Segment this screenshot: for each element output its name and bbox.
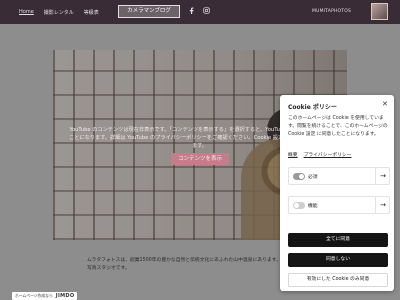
facebook-icon[interactable] [188, 7, 195, 14]
arrow-right-icon[interactable]: → [375, 197, 390, 213]
close-icon[interactable]: ✕ [382, 100, 388, 108]
accept-selected-button[interactable]: 有効にした Cookie のみ同意 [288, 273, 388, 287]
cookie-row-required: 必須 → [288, 167, 390, 185]
required-toggle[interactable] [293, 173, 305, 180]
nav-grade-table[interactable]: 等級表 [84, 9, 99, 16]
overview-link[interactable]: 概要 [288, 151, 298, 158]
jimdo-prefix: ホームページ作成なら [15, 293, 53, 298]
site-header: Home 撮影レンタル 等級表 カメラマンブログ MUMITAPHOTOS [0, 0, 400, 24]
decline-button[interactable]: 同意しない [288, 253, 388, 267]
arrow-right-icon[interactable]: → [375, 168, 390, 184]
show-content-button[interactable]: コンテンツを表示 [171, 153, 229, 165]
main-nav: Home 撮影レンタル 等級表 [19, 9, 99, 16]
brand-logo[interactable] [371, 3, 388, 20]
jimdo-badge[interactable]: ホームページ作成なら JIMDO [12, 292, 78, 300]
cookie-description: このホームページは Cookie を使用しています。閲覧を続けることで、このホー… [288, 116, 388, 137]
required-label: 必須 [308, 175, 318, 180]
nav-rental[interactable]: 撮影レンタル [44, 9, 74, 16]
brand-name[interactable]: MUMITAPHOTOS [312, 9, 351, 14]
cookie-title: Cookie ポリシー [288, 104, 337, 111]
cookie-row-functional: 機能 → [288, 196, 390, 214]
nav-home[interactable]: Home [19, 9, 34, 16]
privacy-policy-link[interactable]: プライバシーポリシー [304, 151, 352, 158]
instagram-icon[interactable] [203, 7, 210, 14]
cookie-links: 概要 プライバシーポリシー [288, 151, 351, 158]
accept-all-button[interactable]: 全てに同意 [288, 233, 388, 247]
blog-button[interactable]: カメラマンブログ [118, 5, 180, 18]
social-links [188, 7, 210, 14]
jimdo-logo: JIMDO [55, 293, 75, 299]
functional-toggle[interactable] [293, 202, 305, 209]
functional-label: 機能 [308, 204, 318, 209]
cookie-policy-panel: Cookie ポリシー ✕ このホームページは Cookie を使用しています。… [280, 95, 394, 291]
